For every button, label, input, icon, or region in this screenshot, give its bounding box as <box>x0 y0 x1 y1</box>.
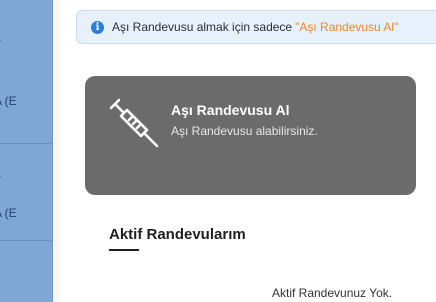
main-content: i Aşı Randevusu almak için sadece "Aşı R… <box>60 0 436 302</box>
info-icon: i <box>91 20 104 34</box>
card-title: Aşı Randevusu Al <box>171 102 290 118</box>
sidebar-item-4[interactable]: A (E <box>0 206 17 220</box>
sidebar-item-3[interactable]: a <box>0 166 1 180</box>
vaccine-appointment-card[interactable]: Aşı Randevusu Al Aşı Randevusu alabilirs… <box>85 76 416 195</box>
page: a A (E a A (E i Aşı Randevusu almak için… <box>0 0 436 302</box>
info-text: Aşı Randevusu almak için sadece <box>112 20 293 34</box>
info-alert: i Aşı Randevusu almak için sadece "Aşı R… <box>76 10 436 44</box>
active-appointments-heading: Aktif Randevularım <box>109 226 246 243</box>
sidebar-item-2[interactable]: A (E <box>0 94 17 108</box>
info-link[interactable]: "Aşı Randevusu Al" <box>295 20 398 34</box>
card-subtitle: Aşı Randevusu alabilirsiniz. <box>171 124 318 138</box>
sidebar: a A (E a A (E <box>0 0 53 302</box>
sidebar-divider <box>0 143 52 144</box>
heading-underline <box>109 249 139 251</box>
syringe-icon <box>109 98 159 148</box>
sidebar-divider <box>0 240 52 241</box>
empty-state-text: Aktif Randevunuz Yok. <box>272 286 393 300</box>
sidebar-item-1[interactable]: a <box>0 30 1 44</box>
